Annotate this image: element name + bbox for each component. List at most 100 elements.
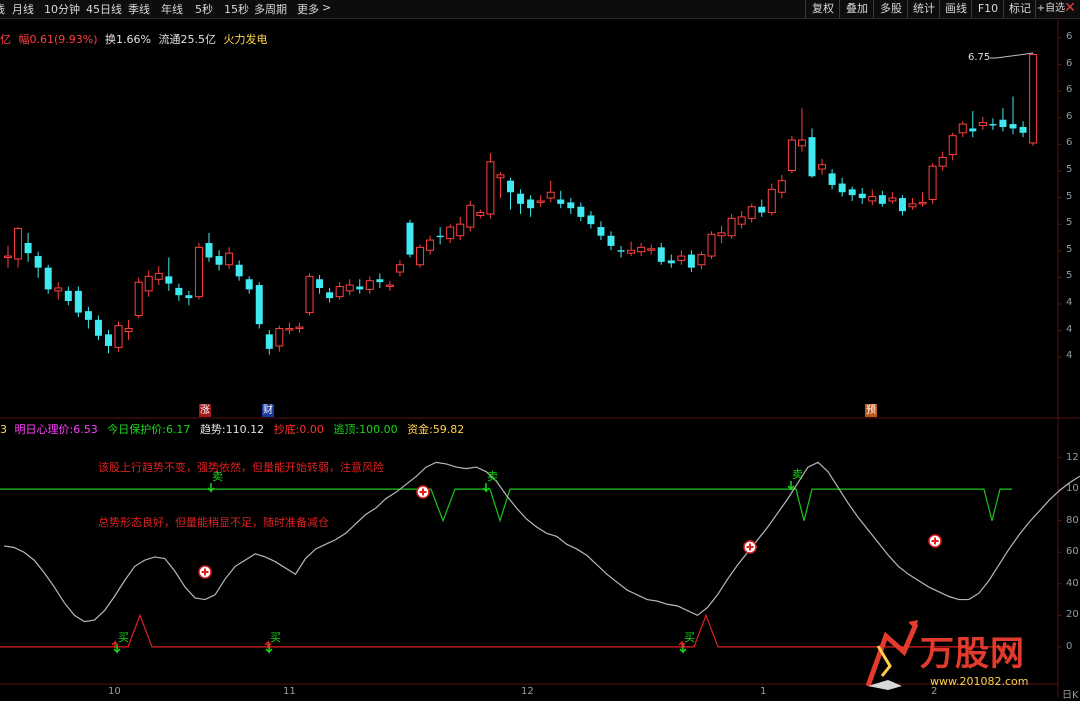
period-tab-year[interactable]: 年线 [161, 1, 183, 17]
candle-body [105, 334, 112, 346]
indicator-tick-label: 60 [1066, 546, 1079, 558]
candle-body [456, 223, 465, 237]
sell-signal-arrow-icon [207, 483, 215, 493]
date-label-nov: 11 [283, 686, 296, 697]
brand-logo-icon [865, 620, 919, 690]
candle-body [1029, 54, 1038, 144]
candle-body [235, 264, 243, 277]
candle-body [667, 260, 675, 264]
candle-body [687, 254, 695, 268]
period-tab-more[interactable]: 更多 [297, 1, 319, 17]
candle-body [717, 232, 726, 237]
period-tab-quarter[interactable]: 季线 [128, 1, 150, 17]
candle-body [124, 328, 133, 332]
candle-body [175, 287, 183, 296]
candle-body [395, 264, 404, 273]
candle-body [245, 279, 253, 290]
restore-rights-button[interactable]: 复权 [805, 0, 840, 18]
candle-body [617, 250, 625, 252]
candle-body [345, 284, 354, 292]
watermark-brand: 万股网 [920, 634, 1025, 674]
candle-body [637, 246, 646, 253]
candle-body [808, 137, 816, 177]
period-tab-month[interactable]: 月线 [12, 1, 34, 17]
date-label-jan: 1 [760, 686, 767, 697]
draw-line-button[interactable]: 画线 [939, 0, 972, 18]
kline-chart[interactable]: 卖卖卖买买买 [0, 19, 1080, 698]
buy-signal-arrow-icon [679, 644, 687, 654]
trend-note-1: 该股上行趋势不变，强势依然，但量能开始转弱，注意风险 [98, 461, 384, 474]
f10-button[interactable]: F10 [971, 0, 1004, 18]
limit-up-marker[interactable]: 涨 [199, 404, 211, 417]
candle-body [918, 201, 927, 205]
candle-body [597, 227, 605, 236]
candle-body [818, 164, 827, 170]
price-tick-label: 4 [1066, 350, 1073, 362]
more-chevron-icon[interactable]: > [322, 1, 331, 14]
candle-body [255, 285, 263, 325]
candle-body [285, 328, 294, 331]
candle-body [265, 334, 273, 349]
watermark-url: www.201082.com [930, 675, 1029, 688]
candle-body [536, 200, 545, 203]
date-axis-tail: 日K [1062, 690, 1079, 701]
sell-signal: 卖 [487, 470, 498, 483]
candle-body [587, 215, 595, 225]
buy-signal: 买 [270, 631, 281, 644]
multi-stock-button[interactable]: 多股 [873, 0, 908, 18]
candle-body [507, 180, 514, 193]
buy-signal: 买 [684, 631, 695, 644]
candle-body [868, 196, 877, 202]
period-tab-week[interactable]: 线 [0, 1, 5, 17]
period-tab-45day[interactable]: 45日线 [86, 1, 122, 17]
overlay-button[interactable]: 叠加 [839, 0, 874, 18]
indicator-tick-label: 80 [1066, 514, 1079, 526]
period-tab-5sec[interactable]: 5秒 [195, 1, 213, 17]
candle-body [385, 284, 394, 287]
candle-body [1009, 124, 1017, 129]
candle-body [496, 174, 505, 179]
period-tab-10min[interactable]: 10分钟 [44, 1, 80, 17]
candle-body [305, 275, 314, 314]
close-icon[interactable]: ✕ [1060, 0, 1080, 18]
candle-body [848, 189, 856, 196]
date-label-oct: 10 [108, 686, 121, 697]
candle-body [144, 275, 153, 292]
candle-body [165, 276, 173, 284]
candle-body [14, 228, 23, 260]
period-tab-multi[interactable]: 多周期 [254, 1, 287, 17]
statistics-button[interactable]: 统计 [907, 0, 940, 18]
candle-body [335, 286, 344, 298]
candle-body [948, 135, 957, 156]
forecast-marker[interactable]: 预 [865, 404, 877, 417]
mark-button[interactable]: 标记 [1003, 0, 1036, 18]
candle-body [154, 272, 163, 280]
candle-body [416, 246, 425, 266]
candle-body [356, 286, 364, 290]
candle-body [24, 243, 32, 254]
price-tick-label: 5 [1066, 243, 1073, 255]
candle-body [557, 199, 565, 204]
candle-body [326, 292, 334, 299]
candle-body [647, 248, 656, 251]
price-tick-label: 6 [1066, 31, 1073, 42]
last-price-label: 6.75 [968, 52, 991, 63]
candle-body [697, 254, 706, 266]
candle-body [989, 124, 997, 126]
candle-body [194, 246, 203, 298]
period-toolbar: 线 月线 10分钟 45日线 季线 年线 5秒 15秒 多周期 更多 > 复权 … [0, 0, 1080, 19]
indicator-tick-label: 12 [1066, 451, 1079, 463]
indicator-tick-label: 10 [1066, 483, 1079, 495]
candle-body [627, 249, 636, 254]
finance-marker[interactable]: 财 [262, 404, 274, 417]
price-tick-label: 5 [1066, 270, 1073, 282]
candle-body [978, 122, 987, 127]
price-tick-label: 6 [1066, 84, 1073, 96]
candle-body [365, 280, 374, 290]
candle-body [999, 119, 1007, 127]
candle-body [797, 139, 806, 147]
candle-body [938, 156, 947, 167]
candle-body [426, 239, 435, 251]
candle-body [577, 206, 585, 217]
period-tab-15sec[interactable]: 15秒 [224, 1, 249, 17]
